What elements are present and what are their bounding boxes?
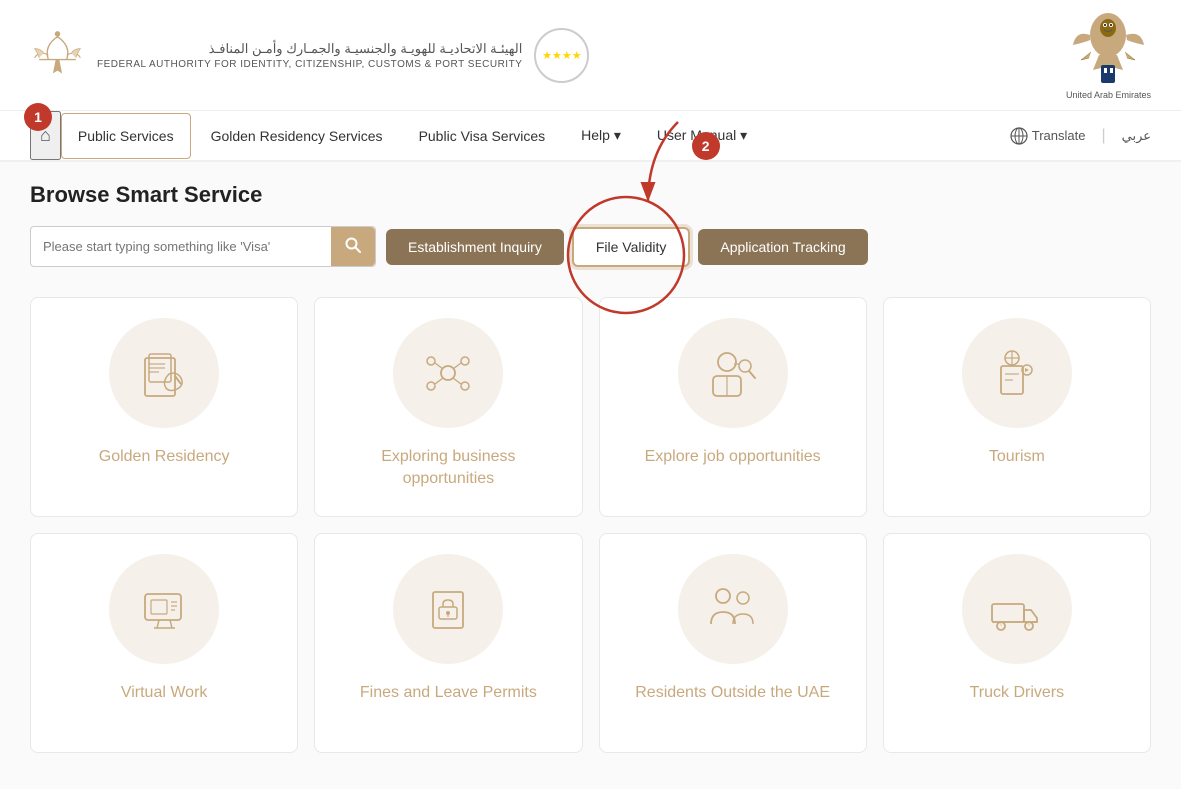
exploring-business-icon-circle [393,318,503,428]
truck-drivers-icon-circle [962,554,1072,664]
translate-button[interactable]: Translate [1010,127,1086,145]
translate-icon [1010,127,1028,145]
explore-jobs-icon-circle [678,318,788,428]
file-validity-wrapper: File Validity [572,227,691,267]
home-nav-wrapper: 1 ⌂ Public Services [30,111,191,160]
fines-icon [421,582,476,637]
card-explore-jobs[interactable]: Explore job opportunities [599,297,867,517]
arabic-title: الهيئـة الاتحاديـة للهويـة والجنسيـة وال… [97,41,522,57]
main-content: Browse Smart Service [0,162,1181,789]
header-left: الهيئـة الاتحاديـة للهويـة والجنسيـة وال… [30,20,589,90]
truck-drivers-icon [987,582,1047,637]
virtual-work-icon-circle [109,554,219,664]
cards-row-1: Golden Residency Exploring business oppo… [30,297,1151,517]
card-explore-jobs-label: Explore job opportunities [645,446,821,468]
cards-row-2: Virtual Work Fines and Leave Permits [30,533,1151,753]
tourism-icon [989,346,1044,401]
card-virtual-work-label: Virtual Work [121,682,208,704]
nav-right: Translate | عربي [1010,127,1151,145]
arabic-link[interactable]: عربي [1122,128,1151,144]
card-tourism[interactable]: Tourism [883,297,1151,517]
card-exploring-business-label: Exploring business opportunities [335,446,561,491]
search-container [30,226,376,267]
nav-public-visa[interactable]: Public Visa Services [403,114,562,158]
header: الهيئـة الاتحاديـة للهويـة والجنسيـة وال… [0,0,1181,111]
stars-icon: ★★★★ [542,49,581,62]
card-fines-label: Fines and Leave Permits [360,682,537,704]
annotation-badge-2: 2 [692,132,720,160]
card-residents-outside-label: Residents Outside the UAE [635,682,830,704]
exploring-business-icon [421,346,476,401]
translate-label: Translate [1032,128,1086,143]
search-button[interactable] [331,227,375,266]
card-truck-drivers[interactable]: Truck Drivers [883,533,1151,753]
header-text: الهيئـة الاتحاديـة للهويـة والجنسيـة وال… [97,41,522,70]
annotation-badge-1: 1 [24,103,52,131]
english-title: FEDERAL AUTHORITY FOR IDENTITY, CITIZENS… [97,59,522,70]
golden-residency-icon-circle [109,318,219,428]
virtual-work-icon [137,582,192,637]
fines-icon-circle [393,554,503,664]
tourism-icon-circle [962,318,1072,428]
search-row: 2 Establishment Inquiry File Validity Ap… [30,226,1151,267]
card-truck-drivers-label: Truck Drivers [970,682,1065,704]
residents-outside-icon [703,582,763,637]
card-tourism-label: Tourism [989,446,1045,468]
nav-golden-residency[interactable]: Golden Residency Services [195,114,399,158]
card-exploring-business[interactable]: Exploring business opportunities [314,297,582,517]
stars-badge: ★★★★ [534,28,589,83]
application-tracking-button[interactable]: Application Tracking [698,229,867,265]
action-buttons-group: 2 Establishment Inquiry File Validity Ap… [386,227,868,267]
nav-public-services[interactable]: Public Services [61,113,191,159]
residents-outside-icon-circle [678,554,788,664]
logo-bird-icon [30,20,85,90]
establishment-inquiry-button[interactable]: Establishment Inquiry [386,229,564,265]
uae-emblem: United Arab Emirates [1066,10,1151,100]
uae-eagle-icon [1071,10,1146,90]
card-golden-residency-label: Golden Residency [99,446,230,468]
file-validity-button[interactable]: File Validity [572,227,691,267]
golden-residency-icon [137,346,192,401]
nav-help[interactable]: Help ▾ [565,113,637,158]
lang-divider: | [1101,127,1105,145]
card-virtual-work[interactable]: Virtual Work [30,533,298,753]
browse-title: Browse Smart Service [30,182,1151,208]
search-icon [345,237,361,253]
navbar: 1 ⌂ Public Services Golden Residency Ser… [0,111,1181,162]
card-fines[interactable]: Fines and Leave Permits [314,533,582,753]
search-input[interactable] [31,229,331,264]
uae-text: United Arab Emirates [1066,90,1151,100]
card-residents-outside[interactable]: Residents Outside the UAE [599,533,867,753]
card-golden-residency[interactable]: Golden Residency [30,297,298,517]
explore-jobs-icon [705,346,760,401]
